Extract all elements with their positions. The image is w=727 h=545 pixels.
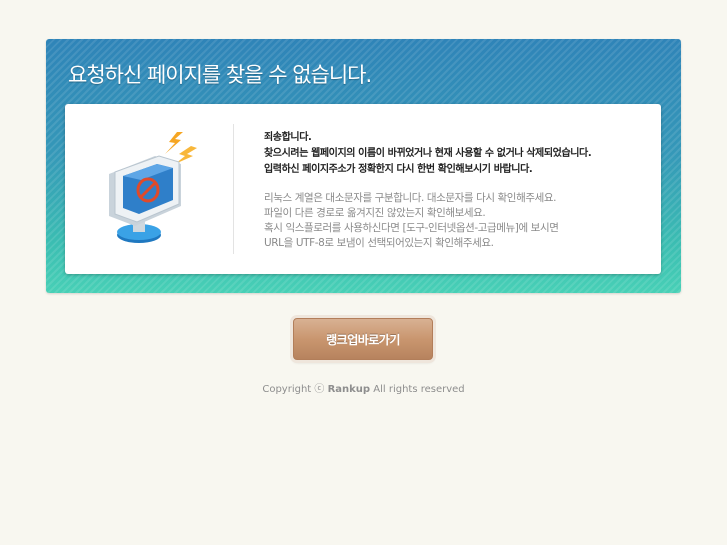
- error-monitor-icon: [109, 132, 197, 243]
- page-title: 요청하신 페이지를 찾을 수 없습니다.: [68, 63, 372, 87]
- tip-line-4: URL을 UTF-8로 보냄이 선택되어있는지 확인해주세요.: [264, 237, 494, 249]
- copyright-prefix: Copyright: [262, 384, 315, 395]
- tip-line-3: 혹시 익스플로러를 사용하신다면 [도구-인터넷옵션-고급메뉴]에 보시면: [264, 222, 559, 234]
- message-line-1: 찾으시려는 웹페이지의 이름이 바뀌었거나 현재 사용할 수 없거나 삭제되었습…: [264, 148, 592, 159]
- copyright: Copyright ⓒ Rankup All rights reserved: [0, 380, 727, 395]
- tip-line-2: 파일이 다른 경로로 옮겨지진 않았는지 확인해보세요.: [264, 207, 486, 219]
- error-panel: 요청하신 페이지를 찾을 수 없습니다. 죄송합니다. 찾으시려는 웹페이지의 …: [46, 39, 681, 293]
- copyright-symbol: ⓒ: [314, 384, 325, 395]
- sorry-text: 죄송합니다.: [264, 132, 312, 143]
- brand-name: Rankup: [327, 384, 371, 395]
- divider: [233, 124, 234, 254]
- message-line-2: 입력하신 페이지주소가 정확한지 다시 한번 확인해보시기 바랍니다.: [264, 164, 533, 175]
- tip-line-1: 리눅스 계열은 대소문자를 구분합니다. 대소문자를 다시 확인해주세요.: [264, 192, 557, 204]
- copyright-suffix: All rights reserved: [370, 384, 465, 395]
- error-message: 죄송합니다. 찾으시려는 웹페이지의 이름이 바뀌었거나 현재 사용할 수 없거…: [264, 130, 654, 251]
- message-card: 죄송합니다. 찾으시려는 웹페이지의 이름이 바뀌었거나 현재 사용할 수 없거…: [65, 104, 661, 274]
- go-rankup-button[interactable]: 랭크업바로가기: [293, 318, 433, 360]
- lightning-icon: [165, 132, 183, 154]
